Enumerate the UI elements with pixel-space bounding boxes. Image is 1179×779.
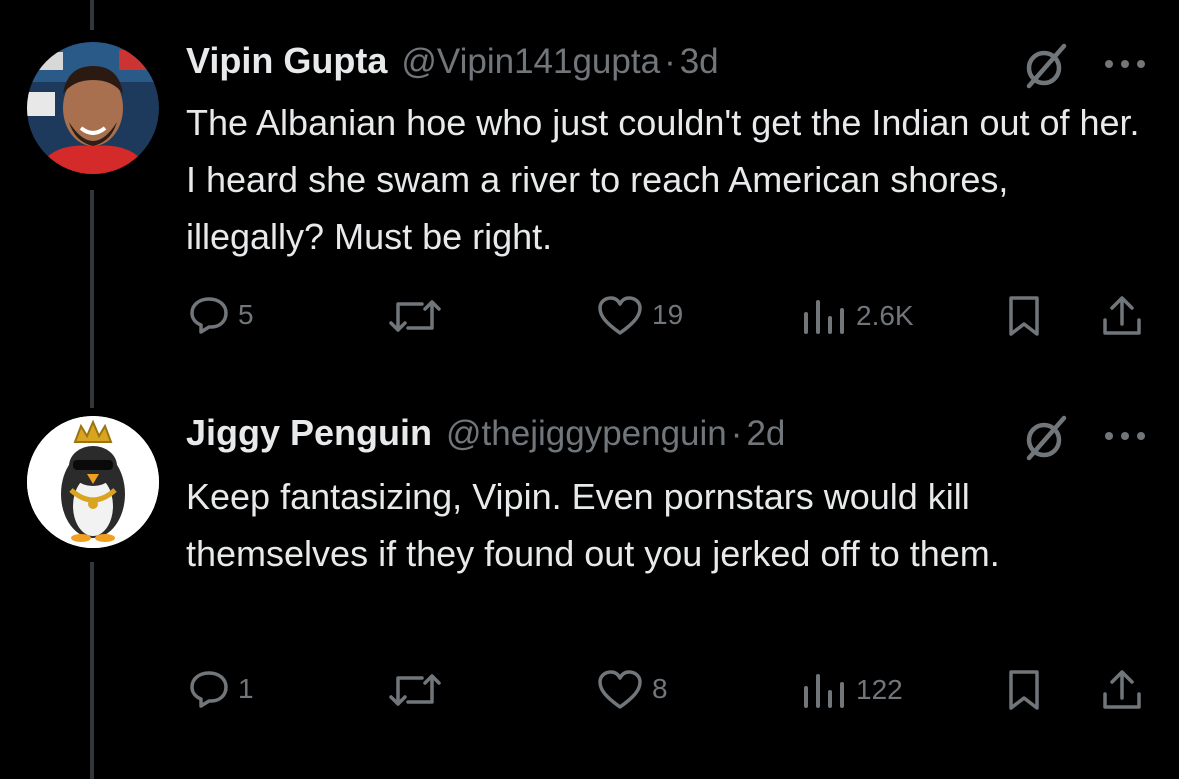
more-icon[interactable]	[1101, 54, 1149, 74]
avatar[interactable]	[27, 42, 159, 174]
reply-button[interactable]: 5	[188, 294, 254, 336]
views-button[interactable]: 122	[800, 670, 903, 710]
views-icon	[804, 300, 844, 334]
tweet-header: Jiggy Penguin @thejiggypenguin · 2d	[186, 412, 785, 462]
view-count: 122	[856, 674, 903, 705]
reply-count: 5	[238, 299, 254, 330]
action-bar: 1 8 122	[0, 666, 1179, 716]
tweet[interactable]: Vipin Gupta @Vipin141gupta · 3d The Alba…	[0, 0, 1179, 400]
separator: ·	[664, 42, 676, 81]
tweet-text: The Albanian hoe who just couldn't get t…	[186, 102, 1140, 257]
author-name[interactable]: Jiggy Penguin	[186, 412, 432, 454]
bookmark-button[interactable]	[1005, 294, 1043, 338]
share-icon	[1103, 670, 1141, 709]
tweet[interactable]: Jiggy Penguin @thejiggypenguin · 2d Keep…	[0, 400, 1179, 779]
separator: ·	[730, 414, 743, 453]
action-bar: 5 19 2.6K	[0, 292, 1179, 342]
grok-icon[interactable]	[1020, 40, 1072, 92]
repost-icon	[389, 674, 441, 706]
heart-icon	[598, 296, 642, 335]
timestamp[interactable]: 2d	[746, 414, 785, 454]
share-button[interactable]	[1100, 668, 1144, 712]
views-button[interactable]: 2.6K	[800, 296, 914, 336]
author-name[interactable]: Vipin Gupta	[186, 40, 387, 82]
repost-button[interactable]	[388, 296, 450, 336]
heart-icon	[598, 670, 642, 709]
reply-icon	[190, 671, 228, 708]
author-handle[interactable]: @Vipin141gupta	[401, 42, 660, 82]
author-handle[interactable]: @thejiggypenguin	[446, 414, 727, 454]
like-count: 19	[652, 299, 684, 330]
reply-icon	[190, 297, 228, 334]
repost-icon	[389, 300, 441, 332]
tweet-header: Vipin Gupta @Vipin141gupta · 3d	[186, 40, 719, 90]
bookmark-icon	[1009, 670, 1039, 710]
like-count: 8	[652, 673, 668, 704]
like-button[interactable]: 19	[596, 294, 683, 336]
grok-icon[interactable]	[1020, 412, 1072, 464]
like-button[interactable]: 8	[596, 668, 668, 710]
bookmark-button[interactable]	[1005, 668, 1043, 712]
share-button[interactable]	[1100, 294, 1144, 338]
tweet-text: Keep fantasizing, Vipin. Even pornstars …	[186, 476, 1000, 574]
repost-button[interactable]	[388, 670, 450, 710]
views-icon	[804, 674, 844, 708]
timestamp[interactable]: 3d	[680, 42, 719, 82]
bookmark-icon	[1009, 296, 1039, 336]
reply-count: 1	[238, 673, 254, 704]
view-count: 2.6K	[856, 300, 914, 331]
share-icon	[1103, 296, 1141, 335]
more-icon[interactable]	[1101, 426, 1149, 446]
avatar[interactable]	[27, 416, 159, 548]
reply-button[interactable]: 1	[188, 668, 254, 710]
